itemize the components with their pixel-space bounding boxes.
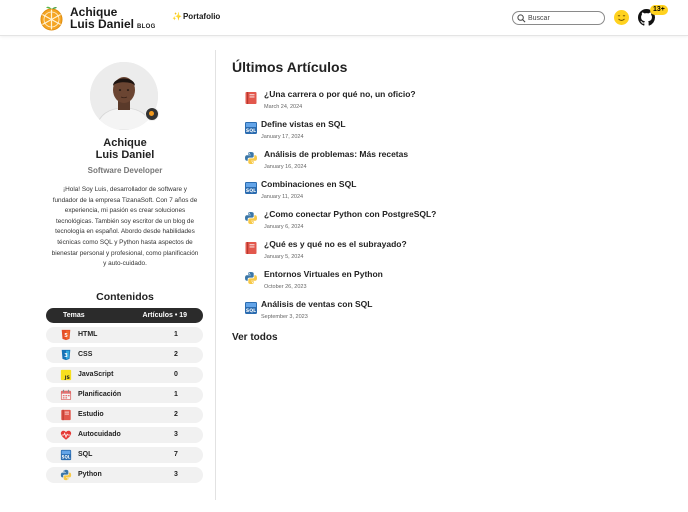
article-title-link[interactable]: ¿Como conectar Python con PostgreSQL? xyxy=(264,209,436,219)
topic-label: Planificación xyxy=(78,391,122,398)
contents-title: Contenidos xyxy=(96,291,154,303)
article-title-link[interactable]: Análisis de problemas: Más recetas xyxy=(264,149,408,159)
topic-row-autocuidado[interactable]: Autocuidado 3 xyxy=(46,427,203,443)
article-date: October 26, 2023 xyxy=(264,284,307,290)
column-divider xyxy=(215,50,216,500)
python-icon xyxy=(60,469,72,481)
topic-label: Python xyxy=(78,471,102,478)
topic-count: 2 xyxy=(174,351,178,358)
book-icon xyxy=(60,409,72,421)
article-item[interactable]: ¿Una carrera o por qué no, un oficio? Ma… xyxy=(244,89,664,115)
theme-toggle-sun-icon[interactable] xyxy=(613,9,630,26)
articles-count-header: Artículos • 19 xyxy=(142,312,187,319)
avatar-status-badge xyxy=(145,107,159,121)
topic-row-javascript[interactable]: JavaScript 0 xyxy=(46,367,203,383)
article-date: January 11, 2024 xyxy=(261,194,304,200)
topic-count: 3 xyxy=(174,471,178,478)
topic-count: 7 xyxy=(174,451,178,458)
author-name-line2: Luis Daniel xyxy=(95,149,155,161)
article-title-link[interactable]: ¿Qué es y qué no es el subrayado? xyxy=(264,239,407,249)
top-header: Achique Luis DanielBLOG ✨Portafolio 13+ xyxy=(0,0,688,36)
article-item[interactable]: Define vistas en SQL January 17, 2024 xyxy=(244,119,664,145)
article-date: January 16, 2024 xyxy=(264,164,307,170)
brand-line2: Luis Daniel xyxy=(70,17,135,31)
article-item[interactable]: Análisis de problemas: Más recetas Janua… xyxy=(244,149,664,175)
author-name-line1: Achique xyxy=(103,137,147,149)
author-role: Software Developer xyxy=(87,166,163,175)
search-input[interactable] xyxy=(528,13,602,24)
page-title: Últimos Artículos xyxy=(232,59,348,75)
orange-logo-icon[interactable] xyxy=(39,5,64,31)
python-icon xyxy=(244,151,258,165)
topic-count: 0 xyxy=(174,371,178,378)
article-date: January 5, 2024 xyxy=(264,254,304,260)
brand-tag: BLOG xyxy=(137,24,156,30)
topics-table-header: Temas Artículos • 19 xyxy=(46,308,203,323)
book-icon xyxy=(244,241,258,255)
search-icon xyxy=(517,14,526,23)
python-icon xyxy=(244,271,258,285)
article-item[interactable]: ¿Qué es y qué no es el subrayado? Januar… xyxy=(244,239,664,265)
topic-count: 1 xyxy=(174,391,178,398)
article-title-link[interactable]: ¿Una carrera o por qué no, un oficio? xyxy=(264,89,416,99)
topic-row-sql[interactable]: SQL 7 xyxy=(46,447,203,463)
article-item[interactable]: ¿Como conectar Python con PostgreSQL? Ja… xyxy=(244,209,664,235)
heartbeat-icon xyxy=(60,429,72,441)
brand-name[interactable]: Achique Luis Daniel BLOG xyxy=(70,6,156,33)
topic-row-python[interactable]: Python 3 xyxy=(46,467,203,483)
topic-label: JavaScript xyxy=(78,371,114,378)
sql-icon xyxy=(244,121,258,135)
calendar-icon xyxy=(60,389,72,401)
topic-row-estudio[interactable]: Estudio 2 xyxy=(46,407,203,423)
sql-icon xyxy=(60,449,72,461)
author-name: Achique Luis Daniel xyxy=(40,137,210,161)
sparkles-icon: ✨ xyxy=(172,12,182,21)
article-date: March 24, 2024 xyxy=(264,104,303,110)
css3-icon xyxy=(60,349,72,361)
topics-header-label: Temas xyxy=(63,312,85,319)
article-date: September 3, 2023 xyxy=(261,314,308,320)
article-item[interactable]: Combinaciones en SQL January 11, 2024 xyxy=(244,179,664,205)
article-title-link[interactable]: Entornos Virtuales en Python xyxy=(264,269,383,279)
topic-count: 3 xyxy=(174,431,178,438)
topic-row-css[interactable]: CSS 2 xyxy=(46,347,203,363)
github-count-badge: 13+ xyxy=(650,5,668,15)
article-title-link[interactable]: Combinaciones en SQL xyxy=(261,179,356,189)
sql-icon xyxy=(244,301,258,315)
topic-label: CSS xyxy=(78,351,93,358)
article-item[interactable]: Entornos Virtuales en Python October 26,… xyxy=(244,269,664,295)
see-all-link[interactable]: Ver todos xyxy=(232,332,278,343)
html5-icon xyxy=(60,329,72,341)
topic-row-planificacion[interactable]: Planificación 1 xyxy=(46,387,203,403)
topic-label: Autocuidado xyxy=(78,431,121,438)
topic-label: HTML xyxy=(78,331,98,338)
article-date: January 17, 2024 xyxy=(261,134,304,140)
article-date: January 6, 2024 xyxy=(264,224,304,230)
search-box[interactable] xyxy=(512,11,605,25)
topic-label: Estudio xyxy=(78,411,104,418)
portfolio-link[interactable]: ✨Portafolio xyxy=(172,12,220,21)
book-icon xyxy=(244,91,258,105)
javascript-icon xyxy=(60,369,72,381)
topic-label: SQL xyxy=(78,451,93,458)
article-title-link[interactable]: Define vistas en SQL xyxy=(261,119,346,129)
topic-row-html[interactable]: HTML 1 xyxy=(46,327,203,343)
article-title-link[interactable]: Análisis de ventas con SQL xyxy=(261,299,372,309)
python-icon xyxy=(244,211,258,225)
article-item[interactable]: Análisis de ventas con SQL September 3, … xyxy=(244,299,664,325)
topic-count: 2 xyxy=(174,411,178,418)
topic-count: 1 xyxy=(174,331,178,338)
sql-icon xyxy=(244,181,258,195)
author-bio: ¡Hola! Soy Luis, desarrollador de softwa… xyxy=(51,186,199,268)
portfolio-label: Portafolio xyxy=(182,12,221,21)
